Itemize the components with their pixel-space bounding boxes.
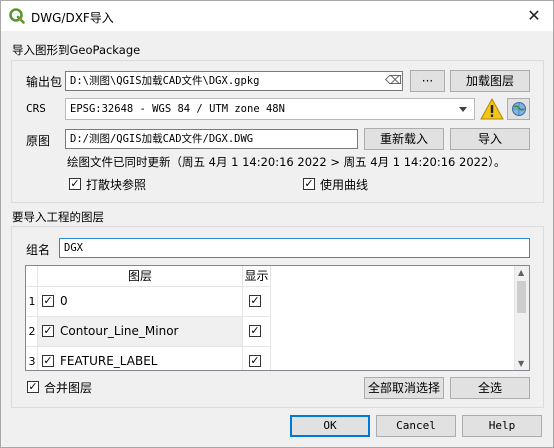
- display-cell[interactable]: ✓: [243, 317, 271, 347]
- crs-value: EPSG:32648 - WGS 84 / UTM zone 48N: [70, 103, 285, 115]
- deselect-all-button[interactable]: 全部取消选择: [364, 377, 444, 399]
- select-all-button[interactable]: 全选: [450, 377, 530, 399]
- browse-button[interactable]: ···: [410, 70, 445, 92]
- merge-layers-checkbox[interactable]: ✓: [27, 381, 39, 393]
- row-header: 2: [26, 317, 38, 347]
- row-number: 1: [28, 295, 36, 308]
- title-bar: DWG/DXF导入 ✕: [1, 1, 553, 31]
- import-button[interactable]: 导入: [450, 128, 530, 150]
- close-button[interactable]: ✕: [523, 5, 545, 27]
- crs-select[interactable]: EPSG:32648 - WGS 84 / UTM zone 48N: [65, 98, 475, 120]
- layers-group-title: 要导入工程的图层: [12, 210, 104, 224]
- display-checkbox[interactable]: ✓: [249, 355, 261, 367]
- layer-name: Contour_Line_Minor: [60, 324, 179, 338]
- clear-icon[interactable]: ⌫: [385, 73, 402, 87]
- merge-layers-label: 合并图层: [44, 381, 93, 395]
- explode-blocks-label: 打散块参照: [86, 178, 147, 192]
- display-cell[interactable]: ✓: [243, 347, 271, 370]
- group-name-input[interactable]: DGX: [59, 238, 530, 258]
- use-curves-label: 使用曲线: [320, 178, 369, 192]
- column-header-display[interactable]: 显示: [243, 266, 271, 287]
- layer-checkbox[interactable]: ✓: [42, 355, 54, 367]
- table-row[interactable]: ✓ FEATURE_LABEL: [38, 347, 243, 370]
- globe-icon: [511, 102, 526, 116]
- crs-label: CRS: [26, 102, 46, 115]
- output-package-field[interactable]: D:\测图\QGIS加载CAD文件\DGX.gpkg: [65, 71, 403, 91]
- help-button[interactable]: Help: [462, 415, 542, 437]
- layer-checkbox[interactable]: ✓: [42, 295, 54, 307]
- display-cell[interactable]: ✓: [243, 287, 271, 317]
- display-checkbox[interactable]: ✓: [249, 295, 261, 307]
- explode-blocks-checkbox[interactable]: ✓: [69, 178, 81, 190]
- window-title: DWG/DXF导入: [31, 11, 114, 25]
- source-label: 原图: [26, 134, 51, 148]
- reload-button[interactable]: 重新载入: [364, 128, 444, 150]
- source-drawing-value: D:/测图/QGIS加载CAD文件/DGX.DWG: [70, 133, 254, 145]
- table-row[interactable]: ✓ 0: [38, 287, 243, 317]
- crs-selector-button[interactable]: [507, 98, 530, 120]
- group-name-value: DGX: [64, 242, 83, 254]
- source-drawing-field[interactable]: D:/测图/QGIS加载CAD文件/DGX.DWG: [65, 129, 358, 149]
- qgis-logo-icon: [9, 8, 25, 24]
- use-curves-checkbox[interactable]: ✓: [303, 178, 315, 190]
- output-label: 输出包: [26, 75, 63, 89]
- group-name-label: 组名: [26, 243, 51, 257]
- row-number: 3: [28, 355, 36, 368]
- package-group-title: 导入图形到GeoPackage: [12, 43, 141, 57]
- scroll-thumb[interactable]: [517, 281, 526, 313]
- layer-name: FEATURE_LABEL: [60, 354, 158, 368]
- scroll-up-icon[interactable]: ▲: [518, 268, 524, 277]
- close-icon: ✕: [527, 6, 541, 25]
- row-number: 2: [28, 325, 36, 338]
- column-header-layer[interactable]: 图层: [38, 266, 243, 287]
- warning-icon[interactable]: [480, 98, 504, 120]
- chevron-down-icon: [459, 107, 467, 112]
- display-checkbox[interactable]: ✓: [249, 325, 261, 337]
- load-layers-button[interactable]: 加载图层: [450, 70, 530, 92]
- scroll-down-icon[interactable]: ▼: [518, 359, 524, 368]
- layer-name: 0: [60, 294, 68, 308]
- output-package-value: D:\测图\QGIS加载CAD文件\DGX.gpkg: [70, 75, 260, 87]
- row-header: 1: [26, 287, 38, 317]
- layers-table: 图层 显示 1 ✓ 0 ✓ 2 ✓ Contour_Line_Minor ✓ 3…: [25, 265, 530, 371]
- corner-header: [26, 266, 38, 287]
- info-text: 绘图文件已同时更新（周五 4月 1 14:20:16 2022 > 周五 4月 …: [67, 155, 506, 169]
- table-row[interactable]: ✓ Contour_Line_Minor: [38, 317, 243, 347]
- cancel-button[interactable]: Cancel: [376, 415, 456, 437]
- ok-button[interactable]: OK: [290, 415, 370, 437]
- dwg-import-dialog: DWG/DXF导入 ✕ 导入图形到GeoPackage 输出包 D:\测图\QG…: [0, 0, 554, 448]
- vertical-scrollbar[interactable]: ▲ ▼: [514, 266, 529, 370]
- row-header: 3: [26, 347, 38, 370]
- layer-checkbox[interactable]: ✓: [42, 325, 54, 337]
